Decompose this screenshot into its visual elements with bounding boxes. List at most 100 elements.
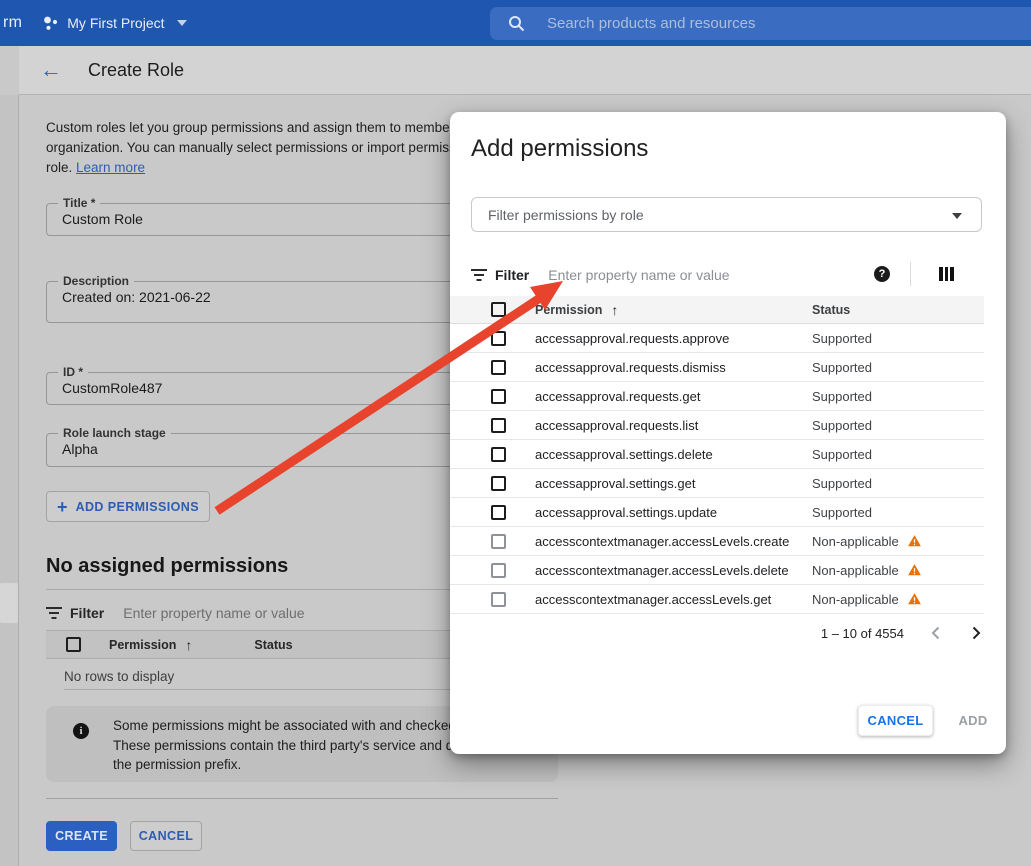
learn-more-link[interactable]: Learn more: [76, 160, 145, 175]
permission-row[interactable]: accesscontextmanager.accessLevels.create…: [450, 527, 984, 556]
page-title: Create Role: [88, 60, 184, 81]
title-field-label: Title *: [58, 196, 100, 210]
back-arrow-icon[interactable]: ←: [40, 59, 62, 81]
cancel-button[interactable]: CANCEL: [130, 821, 202, 851]
dialog-footer: CANCEL ADD: [450, 704, 1006, 754]
permission-name: accessapproval.settings.update: [535, 505, 717, 520]
status-value: Supported: [812, 389, 872, 404]
search-icon: [508, 15, 525, 32]
chevron-down-icon: [952, 213, 962, 219]
filter-icon: [471, 269, 487, 281]
description-field-label: Description: [58, 274, 134, 288]
global-search-bar[interactable]: [490, 7, 1031, 40]
permission-name: accessapproval.requests.approve: [535, 331, 729, 346]
permission-row[interactable]: accessapproval.requests.dismiss Supporte…: [450, 353, 984, 382]
modal-permissions-rows: accessapproval.requests.approve Supporte…: [450, 324, 984, 614]
dialog-add-button[interactable]: ADD: [951, 705, 995, 736]
help-icon[interactable]: ?: [874, 266, 890, 282]
permission-row[interactable]: accessapproval.requests.approve Supporte…: [450, 324, 984, 353]
row-checkbox[interactable]: [491, 331, 506, 346]
status-cell: Non-applicable: [812, 592, 922, 607]
row-checkbox[interactable]: [491, 476, 506, 491]
permission-name: accesscontextmanager.accessLevels.get: [535, 592, 771, 607]
create-button[interactable]: CREATE: [46, 821, 117, 851]
status-cell: Supported: [812, 389, 872, 404]
next-page-icon[interactable]: [968, 625, 984, 641]
divider: [910, 262, 911, 286]
permission-name: accessapproval.settings.get: [535, 476, 695, 491]
row-checkbox[interactable]: [491, 534, 506, 549]
gcp-console-screen: rm My First Project ← Create Role Custom…: [0, 0, 1031, 866]
modal-filter-row: Filter ?: [471, 260, 982, 290]
row-checkbox[interactable]: [491, 563, 506, 578]
filter-label: Filter: [70, 605, 104, 621]
intro-line: organization. You can manually select pe…: [46, 138, 461, 158]
info-banner-text: Some permissions might be associated wit…: [113, 716, 461, 775]
dialog-cancel-button[interactable]: CANCEL: [858, 705, 933, 736]
left-scroll-strip: [0, 95, 19, 866]
dialog-title: Add permissions: [471, 135, 648, 163]
project-icon: [42, 15, 59, 32]
top-app-bar: rm My First Project: [0, 0, 1031, 46]
permission-row[interactable]: accessapproval.settings.update Supported: [450, 498, 984, 527]
filter-by-role-dropdown[interactable]: Filter permissions by role: [471, 197, 982, 232]
status-cell: Non-applicable: [812, 563, 922, 578]
status-cell: Supported: [812, 447, 872, 462]
sort-ascending-icon[interactable]: ↑: [611, 302, 618, 318]
divider: [46, 798, 558, 799]
page-header: ← Create Role: [19, 46, 1031, 95]
assigned-filter-input[interactable]: [123, 605, 403, 621]
row-checkbox[interactable]: [491, 592, 506, 607]
permission-name: accessapproval.requests.list: [535, 418, 698, 433]
permission-row[interactable]: accesscontextmanager.accessLevels.get No…: [450, 585, 984, 614]
permission-row[interactable]: accessapproval.requests.list Supported: [450, 411, 984, 440]
scrollbar-thumb[interactable]: [0, 583, 18, 623]
status-value: Supported: [812, 360, 872, 375]
permission-row[interactable]: accessapproval.requests.get Supported: [450, 382, 984, 411]
status-column-header[interactable]: Status: [254, 638, 292, 652]
status-value: Non-applicable: [812, 563, 899, 578]
row-checkbox[interactable]: [491, 418, 506, 433]
permission-name: accessapproval.requests.dismiss: [535, 360, 726, 375]
row-checkbox[interactable]: [491, 447, 506, 462]
status-column-header[interactable]: Status: [812, 303, 850, 317]
select-all-checkbox[interactable]: [491, 302, 506, 317]
intro-line: Custom roles let you group permissions a…: [46, 118, 461, 138]
intro-line: role. Learn more: [46, 158, 461, 178]
permission-name: accesscontextmanager.accessLevels.delete: [535, 563, 789, 578]
role-launch-stage-label: Role launch stage: [58, 426, 171, 440]
permission-column-header[interactable]: Permission: [535, 303, 602, 317]
permission-row[interactable]: accessapproval.settings.get Supported: [450, 469, 984, 498]
platform-logo-fragment: rm: [3, 14, 22, 32]
search-input[interactable]: [547, 15, 947, 32]
row-checkbox[interactable]: [491, 360, 506, 375]
row-checkbox[interactable]: [491, 389, 506, 404]
status-value: Supported: [812, 418, 872, 433]
permission-column-header[interactable]: Permission: [109, 638, 176, 652]
plus-icon: +: [57, 498, 68, 516]
status-cell: Supported: [812, 505, 872, 520]
status-value: Supported: [812, 447, 872, 462]
id-field-label: ID *: [58, 365, 88, 379]
pagination-range: 1 – 10 of 4554: [821, 626, 904, 641]
permission-name: accessapproval.requests.get: [535, 389, 700, 404]
permission-row[interactable]: accessapproval.settings.delete Supported: [450, 440, 984, 469]
previous-page-icon[interactable]: [928, 625, 944, 641]
row-checkbox[interactable]: [491, 505, 506, 520]
assigned-permissions-heading: No assigned permissions: [46, 555, 288, 578]
column-display-icon[interactable]: [939, 267, 954, 281]
sort-ascending-icon[interactable]: ↑: [185, 637, 192, 653]
permission-row[interactable]: accesscontextmanager.accessLevels.delete…: [450, 556, 984, 585]
status-value: Non-applicable: [812, 592, 899, 607]
add-permissions-button[interactable]: + ADD PERMISSIONS: [46, 491, 210, 522]
modal-filter-input[interactable]: [548, 267, 848, 283]
status-cell: Supported: [812, 418, 872, 433]
status-cell: Supported: [812, 331, 872, 346]
modal-table-header: Permission ↑ Status: [450, 296, 984, 324]
filter-by-role-placeholder: Filter permissions by role: [488, 207, 644, 223]
chevron-down-icon: [177, 20, 187, 26]
project-selector[interactable]: My First Project: [42, 15, 186, 32]
status-value: Supported: [812, 505, 872, 520]
select-all-checkbox[interactable]: [66, 637, 81, 652]
info-icon: i: [73, 723, 89, 739]
